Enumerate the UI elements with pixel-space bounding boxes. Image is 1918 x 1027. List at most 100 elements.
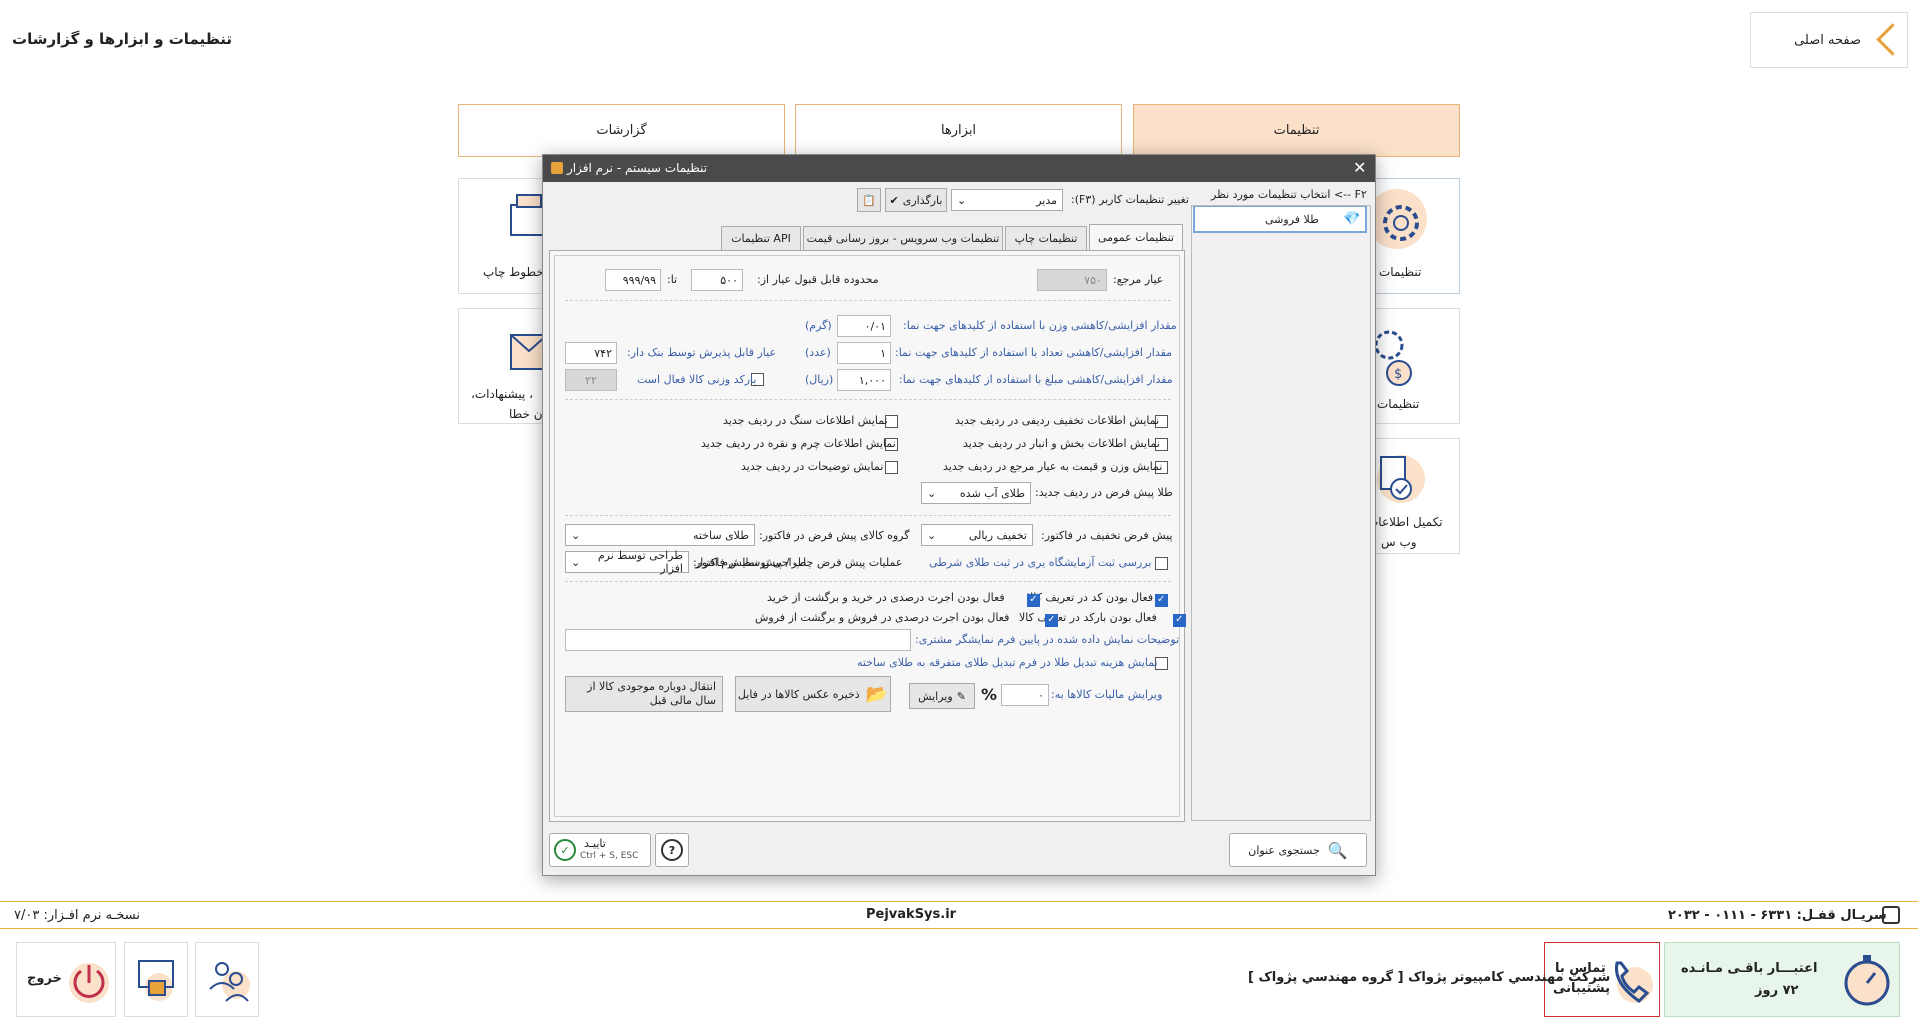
chevron-right-icon xyxy=(1875,22,1897,58)
checkbox-product-code[interactable] xyxy=(1155,594,1168,607)
document-check-icon xyxy=(1367,449,1427,509)
copy-settings-button[interactable]: 📋 xyxy=(857,188,881,212)
users-icon xyxy=(206,955,250,1007)
tax-label: ویرایش مالیات کالاها به: xyxy=(1051,688,1163,701)
version-text: نسخـه نرم افـزار: ۷/۰۳ xyxy=(14,908,141,923)
tab-print[interactable]: تنظیمات چاپ xyxy=(1005,226,1087,250)
checkbox-percent-purchase[interactable] xyxy=(1027,594,1041,607)
user-settings-label: تغییر تنظیمات کاربر (F۳): xyxy=(1071,193,1189,206)
weight-unit: (گرم) xyxy=(805,319,832,332)
checkbox-product-barcode[interactable] xyxy=(1173,614,1187,627)
default-group-label: گروه کالای پیش فرض در فاکتور: xyxy=(759,529,910,542)
default-discount-label: پیش فرض تخفیف در فاکتور: xyxy=(1041,529,1173,542)
chk-leather-label: نمایش اطلاعات چرم و نقره در ردیف جدید xyxy=(701,437,896,450)
tax-field[interactable]: ۰ xyxy=(1001,684,1049,706)
print-op-select[interactable]: طراحی توسط نرم افزار ⌄ xyxy=(565,549,689,575)
credit-days: ۷۲ روز xyxy=(1755,983,1799,998)
chevron-down-icon: ⌄ xyxy=(957,193,967,207)
gear-icon xyxy=(1367,189,1427,249)
tab-settings[interactable]: تنظیمات xyxy=(1133,104,1460,157)
copy-icon xyxy=(1882,906,1900,924)
chevron-down-icon: ⌄ xyxy=(571,528,581,542)
product-code-label: فعال بودن کد در تعریف کالا xyxy=(1027,591,1154,604)
amount-step-field[interactable]: ۱,۰۰۰ xyxy=(837,369,891,391)
mail-icon xyxy=(507,321,548,381)
default-group-select[interactable]: طلای ساخته ⌄ xyxy=(565,524,755,546)
edit-label: ویرایش xyxy=(918,689,953,703)
lab-check-label: بررسی ثبت آزمایشگاه یری در ثبت طلای شرطی xyxy=(929,556,1152,569)
chk-weight-price-label: نمایش وزن و قیمت به عیار مرجع در ردیف جد… xyxy=(943,460,1163,473)
default-group-value: طلای ساخته xyxy=(692,528,749,542)
customer-notes-label: توضیحات نمایش داده شده در پایین فرم نمای… xyxy=(915,633,1180,646)
range-from-field[interactable]: ۵۰۰ xyxy=(691,269,743,291)
card-label: وب س xyxy=(1381,535,1417,549)
lock-icon xyxy=(135,955,179,1007)
tab-reports[interactable]: گزارشات xyxy=(458,104,785,157)
bank-karat-field[interactable]: ۷۴۲ xyxy=(565,342,617,364)
default-gold-label: طلا پیش فرض در ردیف جدید: xyxy=(1035,486,1173,499)
checkbox-percent-sale[interactable] xyxy=(1045,614,1059,627)
customer-notes-field[interactable] xyxy=(565,629,911,651)
confirm-label: تاییـد xyxy=(584,837,606,850)
chk-section-label: نمایش اطلاعات بخش و انبار در ردیف جدید xyxy=(963,437,1160,450)
tax-edit-button[interactable]: ویرایش ✎ xyxy=(909,683,975,709)
checkbox-description[interactable] xyxy=(885,461,898,474)
tab-tools[interactable]: ابزارها xyxy=(795,104,1122,157)
range-to-label: تا: xyxy=(667,273,678,286)
card-label: ن خطا xyxy=(509,407,543,421)
weight-step-field[interactable]: ۰/۰۱ xyxy=(837,315,891,337)
card-label: تکمیل اطلاعات xyxy=(1367,515,1443,529)
left-panel-header: F۲ --> انتخاب تنظیمات مورد نظر xyxy=(1211,188,1367,201)
company-name: شرکت مهندسي کامپيوتر پژواک [ گروه مهندسي… xyxy=(1248,970,1611,985)
exit-label: خروج xyxy=(27,971,62,986)
tab-general[interactable]: تنظیمات عمومی xyxy=(1089,224,1183,250)
chk-description-label: نمایش توضیحات در ردیف جدید xyxy=(741,460,884,473)
count-step-field[interactable]: ۱ xyxy=(837,342,891,364)
lock-button[interactable] xyxy=(124,942,188,1017)
range-label: محدوده قابل قبول عیار از: xyxy=(757,273,879,286)
clipboard-icon: 📋 xyxy=(862,193,876,207)
card-label: ، پیشنهادات، xyxy=(471,387,534,401)
save-images-button[interactable]: 📂 ذخیره عکس کالاها در فایل xyxy=(735,676,891,712)
ref-karat-field: ۷۵۰ xyxy=(1037,269,1107,291)
checkbox-lab-check[interactable] xyxy=(1155,557,1168,570)
percent-icon: % xyxy=(981,685,998,704)
chevron-down-icon: ⌄ xyxy=(571,555,581,569)
range-to-field[interactable]: ۹۹۹/۹۹ xyxy=(605,269,661,291)
printer-icon xyxy=(507,191,548,251)
user-select-value: مدیر xyxy=(1036,193,1057,207)
help-button[interactable]: ? xyxy=(655,833,689,867)
print-op-value: طراحی توسط نرم افزار xyxy=(597,549,683,575)
ref-karat-label: عیار مرجع: xyxy=(1113,273,1164,286)
exit-button[interactable]: خروج xyxy=(16,942,116,1017)
app-icon xyxy=(551,162,563,174)
search-title-label: جستجوی عنوان xyxy=(1248,843,1320,857)
site-link[interactable]: PejvakSys.ir xyxy=(866,907,956,922)
transfer-stock-button[interactable]: انتقال دوباره موجودی کالا از سال مالی قب… xyxy=(565,676,723,712)
load-label: بارگذاری xyxy=(902,193,943,207)
search-title-button[interactable]: جستجوی عنوان 🔍 xyxy=(1229,833,1367,867)
chevron-down-icon: ⌄ xyxy=(927,528,937,542)
status-bar: نسخـه نرم افـزار: ۷/۰۳ PejvakSys.ir سریـ… xyxy=(0,901,1918,929)
transfer-stock-label: انتقال دوباره موجودی کالا از سال مالی قب… xyxy=(587,680,716,707)
default-discount-select[interactable]: تخفیف ریالی ⌄ xyxy=(921,524,1033,546)
credit-tile: اعتبـــار باقـی مـانـده ۷۲ روز xyxy=(1664,942,1900,1017)
confirm-button[interactable]: ✓ تاییـد Ctrl + S, ESC xyxy=(549,833,651,867)
bank-karat-label: عیار قابل پذیرش توسط بنک دار: xyxy=(627,346,777,359)
check-icon: ✔ xyxy=(889,193,899,207)
settings-list xyxy=(1191,205,1371,821)
phone-icon xyxy=(1607,955,1655,1005)
page-title: تنظیمات و ابزارها و گزارشات xyxy=(12,30,232,48)
default-gold-select[interactable]: طلای آب شده ⌄ xyxy=(921,482,1031,504)
chevron-down-icon: ⌄ xyxy=(927,486,937,500)
load-button[interactable]: ✔ بارگذاری xyxy=(885,188,947,212)
tab-api[interactable]: تنظیمات API xyxy=(721,226,801,250)
user-select[interactable]: مدیر ⌄ xyxy=(951,189,1063,211)
home-label: صفحه اصلی xyxy=(1794,32,1861,48)
barcode-label: بارکد وزنی کالا فعال است xyxy=(637,373,757,386)
home-button[interactable]: صفحه اصلی xyxy=(1750,12,1908,68)
close-icon[interactable]: ✕ xyxy=(1353,158,1366,177)
tab-webservice[interactable]: تنظیمات وب سرویس - بروز رسانی قیمت xyxy=(803,226,1003,250)
search-icon: 🔍 xyxy=(1327,840,1348,860)
users-button[interactable] xyxy=(195,942,259,1017)
